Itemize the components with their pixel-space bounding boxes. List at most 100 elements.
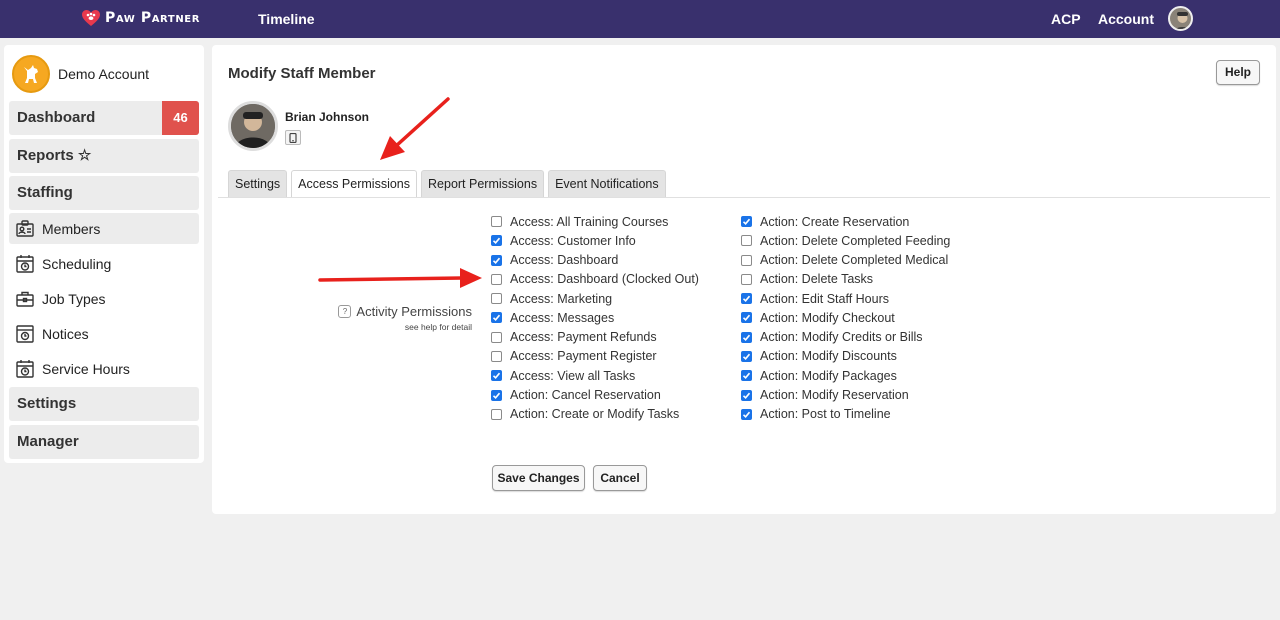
sidebar-settings[interactable]: Settings xyxy=(9,387,199,421)
nav-timeline[interactable]: Timeline xyxy=(258,11,315,27)
permission-label: Access: View all Tasks xyxy=(510,368,636,383)
dog-avatar-icon xyxy=(12,55,50,93)
checkbox-checked[interactable] xyxy=(741,216,752,228)
checkbox-checked[interactable] xyxy=(741,408,752,420)
permission-row[interactable]: Action: Modify Discounts xyxy=(741,347,950,366)
sidebar-item-notices[interactable]: Notices xyxy=(9,318,199,349)
checkbox-checked[interactable] xyxy=(741,389,752,401)
dashboard-count-badge: 46 xyxy=(162,101,199,135)
permission-label: Action: Create Reservation xyxy=(760,214,910,229)
checkbox-checked[interactable] xyxy=(741,312,752,324)
notice-clock-icon xyxy=(16,324,34,343)
account-name: Demo Account xyxy=(58,66,150,82)
permission-row[interactable]: Action: Modify Checkout xyxy=(741,308,950,327)
heart-paw-icon xyxy=(82,10,100,26)
checkbox-unchecked[interactable] xyxy=(741,235,752,247)
permission-label: Action: Edit Staff Hours xyxy=(760,291,889,306)
tab-report-permissions[interactable]: Report Permissions xyxy=(421,170,545,197)
tab-event-notifications[interactable]: Event Notifications xyxy=(548,170,666,197)
permission-row[interactable]: Action: Modify Credits or Bills xyxy=(741,328,950,347)
nav-account[interactable]: Account xyxy=(1098,11,1154,27)
tab-divider xyxy=(218,197,1270,198)
permission-label: Access: Marketing xyxy=(510,291,613,306)
permission-label: Access: Payment Register xyxy=(510,349,657,364)
checkbox-checked[interactable] xyxy=(741,293,752,305)
calendar-clock-icon xyxy=(16,359,34,378)
checkbox-checked[interactable] xyxy=(741,331,752,343)
permission-row[interactable]: Access: Payment Register xyxy=(491,347,699,366)
help-question-icon[interactable]: ? xyxy=(338,305,352,318)
permission-row[interactable]: Access: All Training Courses xyxy=(491,212,699,231)
sidebar-item-label: Job Types xyxy=(42,290,106,307)
checkbox-unchecked[interactable] xyxy=(491,350,502,362)
brand-name: Paw Partner xyxy=(105,10,201,26)
nav-acp[interactable]: ACP xyxy=(1051,11,1081,27)
staff-name: Brian Johnson xyxy=(285,110,370,124)
sidebar-staffing[interactable]: Staffing xyxy=(9,176,199,210)
permission-row[interactable]: Access: Marketing xyxy=(491,289,699,308)
sidebar-item-job-types[interactable]: Job Types xyxy=(9,283,199,314)
sidebar-item-service-hours[interactable]: Service Hours xyxy=(9,353,199,384)
account-switcher[interactable]: Demo Account xyxy=(12,55,149,93)
permission-row[interactable]: Action: Delete Completed Feeding xyxy=(741,231,950,250)
permission-row[interactable]: Action: Modify Packages xyxy=(741,366,950,385)
permission-row[interactable]: Action: Cancel Reservation xyxy=(491,385,699,404)
checkbox-unchecked[interactable] xyxy=(491,408,502,420)
activity-permissions-title: Activity Permissions xyxy=(356,304,472,319)
checkbox-unchecked[interactable] xyxy=(741,273,752,285)
save-changes-button[interactable]: Save Changes xyxy=(492,465,585,491)
permission-label: Access: Dashboard xyxy=(510,253,619,268)
checkbox-checked[interactable] xyxy=(491,389,502,401)
permission-label: Access: Customer Info xyxy=(510,233,636,248)
checkbox-checked[interactable] xyxy=(491,235,502,247)
brand-logo[interactable]: Paw Partner xyxy=(81,9,200,27)
permission-row[interactable]: Access: Customer Info xyxy=(491,231,699,250)
permission-row[interactable]: Action: Edit Staff Hours xyxy=(741,289,950,308)
sidebar-item-members[interactable]: Members xyxy=(9,213,199,244)
page-title: Modify Staff Member xyxy=(228,65,376,82)
permission-row[interactable]: Action: Create Reservation xyxy=(741,212,950,231)
permission-row[interactable]: Access: Dashboard (Clocked Out) xyxy=(491,270,699,289)
checkbox-checked[interactable] xyxy=(741,370,752,382)
permission-row[interactable]: Action: Create or Modify Tasks xyxy=(491,405,699,424)
user-avatar[interactable] xyxy=(1168,6,1193,31)
tab-access-permissions[interactable]: Access Permissions xyxy=(291,170,418,197)
checkbox-checked[interactable] xyxy=(491,312,502,324)
permission-label: Access: Payment Refunds xyxy=(510,330,657,345)
help-button[interactable]: Help xyxy=(1216,60,1260,85)
permission-row[interactable]: Action: Modify Reservation xyxy=(741,385,950,404)
tab-bar: Settings Access Permissions Report Permi… xyxy=(228,170,666,197)
checkbox-checked[interactable] xyxy=(741,350,752,362)
sidebar-item-scheduling[interactable]: Scheduling xyxy=(9,248,199,279)
phone-icon[interactable] xyxy=(285,130,301,145)
permission-label: Access: All Training Courses xyxy=(510,214,669,229)
permission-label: Action: Delete Tasks xyxy=(760,272,874,287)
permissions-column-2: Action: Create Reservation Action: Delete… xyxy=(741,212,950,424)
permission-label: Action: Delete Completed Medical xyxy=(760,253,949,268)
permission-row[interactable]: Action: Post to Timeline xyxy=(741,405,950,424)
top-navbar: Paw Partner Timeline ACP Account xyxy=(0,0,1280,38)
cancel-button[interactable]: Cancel xyxy=(593,465,647,491)
permission-row[interactable]: Access: Payment Refunds xyxy=(491,328,699,347)
checkbox-unchecked[interactable] xyxy=(491,293,502,305)
permission-row[interactable]: Action: Delete Completed Medical xyxy=(741,251,950,270)
checkbox-checked[interactable] xyxy=(491,370,502,382)
sidebar-item-label: Notices xyxy=(42,325,89,342)
checkbox-unchecked[interactable] xyxy=(491,273,502,285)
checkbox-unchecked[interactable] xyxy=(491,331,502,343)
permission-label: Action: Modify Reservation xyxy=(760,388,909,403)
staff-avatar xyxy=(228,101,278,151)
sidebar-dashboard[interactable]: Dashboard 46 xyxy=(9,101,199,135)
permission-row[interactable]: Access: View all Tasks xyxy=(491,366,699,385)
checkbox-unchecked[interactable] xyxy=(491,216,502,228)
sidebar-manager[interactable]: Manager xyxy=(9,425,199,459)
permission-label: Action: Cancel Reservation xyxy=(510,388,661,403)
calendar-clock-icon xyxy=(16,254,34,273)
permission-row[interactable]: Access: Dashboard xyxy=(491,251,699,270)
permission-row[interactable]: Action: Delete Tasks xyxy=(741,270,950,289)
permission-row[interactable]: Access: Messages xyxy=(491,308,699,327)
sidebar-reports[interactable]: Reports ☆ xyxy=(9,139,199,173)
checkbox-checked[interactable] xyxy=(491,254,502,266)
checkbox-unchecked[interactable] xyxy=(741,254,752,266)
tab-settings[interactable]: Settings xyxy=(228,170,288,197)
